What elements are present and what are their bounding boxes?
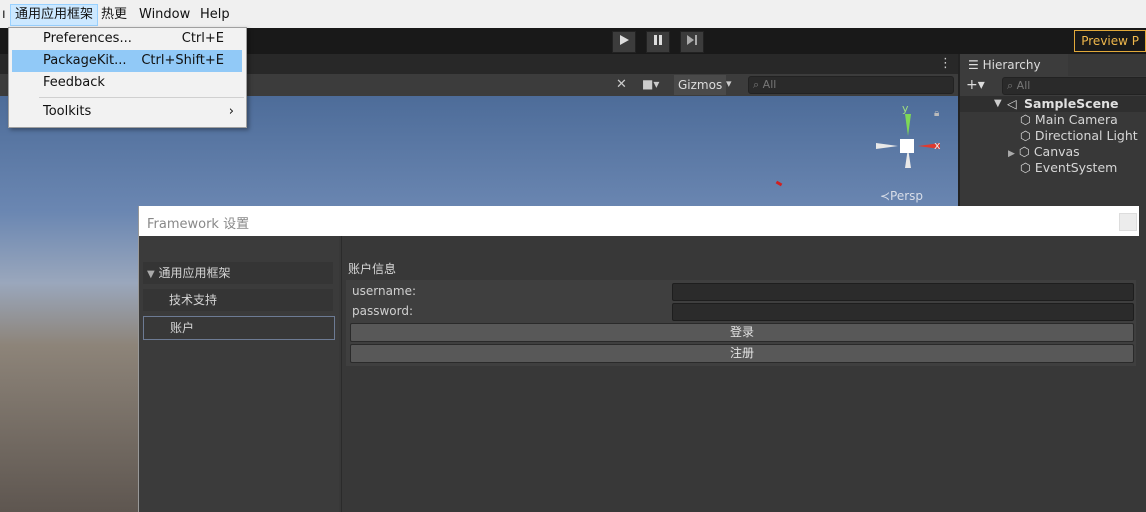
hierarchy-search-input[interactable]: ⌕ All: [1002, 77, 1146, 95]
menubar: ı 通用应用框架 热更 Window Help: [0, 0, 1146, 29]
menu-divider: [39, 97, 244, 98]
nav-item-support[interactable]: 技术支持: [143, 289, 333, 311]
hierarchy-scene-row[interactable]: ▼ ◁ SampleScene: [960, 96, 1146, 112]
collapse-arrow-icon[interactable]: ▼: [143, 269, 155, 280]
nav-item-label: 技术支持: [169, 293, 218, 307]
login-button[interactable]: 登录: [350, 323, 1134, 342]
username-label: username:: [352, 284, 417, 298]
hierarchy-icon: ☰: [968, 58, 979, 72]
unity-scene-icon: ◁: [1007, 96, 1017, 111]
gameobject-icon: ⬡: [1018, 144, 1030, 159]
object-label: Main Camera: [1034, 112, 1118, 127]
search-icon: ⌕: [1007, 79, 1014, 92]
menu-item-label: Toolkits: [43, 104, 92, 119]
password-field[interactable]: [672, 303, 1134, 321]
gameobject-icon: ⬡: [1020, 128, 1031, 143]
menu-item-toolkits[interactable]: Toolkits ›: [12, 101, 242, 123]
window-titlebar[interactable]: Framework 设置: [139, 206, 1139, 236]
hierarchy-item-canvas[interactable]: ▶ ⬡ Canvas: [1008, 144, 1080, 160]
menubar-item-hotfix[interactable]: 热更: [97, 5, 131, 25]
register-button[interactable]: 注册: [350, 344, 1134, 363]
expand-arrow-icon[interactable]: ▼: [994, 96, 1002, 112]
username-field[interactable]: [672, 283, 1134, 301]
object-label: EventSystem: [1034, 160, 1118, 175]
menu-item-label: PackageKit...: [43, 53, 127, 68]
menu-item-shortcut: Ctrl+E: [181, 31, 224, 46]
submenu-arrow-icon: ›: [228, 104, 234, 119]
menubar-item-partial[interactable]: ı: [0, 5, 10, 25]
step-icon: [687, 35, 697, 45]
hierarchy-toolbar: +▾ ⌕ All: [960, 76, 1146, 97]
scene-name: SampleScene: [1024, 96, 1119, 111]
play-button[interactable]: [612, 31, 636, 53]
framework-settings-window: Framework 设置 EN ▼ 通用应用框架 技术支持 账户 账户信息 us…: [138, 206, 1140, 512]
menu-item-label: Preferences...: [43, 31, 132, 46]
hierarchy-item-directional-light[interactable]: ⬡ Directional Light: [1020, 128, 1138, 144]
axis-y-label: y: [902, 102, 909, 115]
scene-object-marker: [775, 180, 783, 187]
menu-item-preferences[interactable]: Preferences... Ctrl+E: [12, 28, 242, 50]
object-label: Directional Light: [1034, 128, 1138, 143]
settings-content: 账户信息 username: password: 登录 注册: [341, 236, 1140, 512]
hierarchy-item-eventsystem[interactable]: ⬡ EventSystem: [1020, 160, 1117, 176]
pause-button[interactable]: [646, 31, 670, 53]
preview-packages-button[interactable]: Preview P: [1074, 30, 1146, 52]
add-icon[interactable]: +▾: [966, 77, 985, 93]
menubar-item-framework[interactable]: 通用应用框架: [10, 4, 99, 26]
hierarchy-item-main-camera[interactable]: ⬡ Main Camera: [1020, 112, 1118, 128]
tools-icon[interactable]: ✕: [616, 77, 627, 92]
axis-x-label: x: [934, 139, 941, 152]
menu-item-shortcut: Ctrl+Shift+E: [141, 53, 224, 68]
lock-icon[interactable]: 🔒︎: [934, 108, 939, 119]
close-button[interactable]: [1119, 213, 1137, 231]
expand-arrow-icon[interactable]: ▶: [1008, 149, 1015, 159]
nav-item-account[interactable]: 账户: [143, 316, 335, 340]
menubar-item-help[interactable]: Help: [196, 5, 234, 25]
window-title: Framework 设置: [147, 217, 250, 232]
gizmos-arrow-icon[interactable]: ▾: [726, 77, 732, 90]
scene-search-input[interactable]: ⌕ All: [748, 76, 954, 94]
menubar-item-window[interactable]: Window: [135, 5, 194, 25]
hierarchy-search-placeholder: All: [1016, 79, 1031, 92]
gameobject-icon: ⬡: [1020, 112, 1031, 127]
scene-search-placeholder: All: [762, 78, 777, 91]
settings-nav: ▼ 通用应用框架 技术支持 账户: [139, 236, 339, 512]
password-label: password:: [352, 304, 414, 318]
nav-group-framework[interactable]: ▼ 通用应用框架: [143, 262, 333, 284]
menu-item-label: Feedback: [43, 75, 105, 90]
camera-icon[interactable]: ■▾: [642, 77, 659, 91]
nav-item-label: 账户: [170, 321, 195, 335]
section-title: 账户信息: [348, 262, 397, 276]
nav-group-label: 通用应用框架: [158, 266, 231, 280]
search-icon: ⌕: [753, 78, 760, 91]
pause-icon: [654, 35, 662, 45]
framework-dropdown-menu: Preferences... Ctrl+E PackageKit... Ctrl…: [8, 27, 247, 128]
gameobject-icon: ⬡: [1020, 160, 1031, 175]
persp-label[interactable]: ≺Persp: [880, 189, 923, 203]
step-button[interactable]: [680, 31, 704, 53]
gizmos-dropdown[interactable]: Gizmos: [674, 75, 727, 95]
hierarchy-tab-label: Hierarchy: [982, 58, 1041, 72]
menu-item-packagekit[interactable]: PackageKit... Ctrl+Shift+E: [12, 50, 242, 72]
object-label: Canvas: [1033, 144, 1080, 159]
menu-item-feedback[interactable]: Feedback: [12, 72, 242, 94]
more-options-icon[interactable]: ⋮: [939, 56, 952, 71]
tab-hierarchy[interactable]: ☰ Hierarchy: [960, 54, 1068, 76]
play-icon: [620, 35, 629, 45]
